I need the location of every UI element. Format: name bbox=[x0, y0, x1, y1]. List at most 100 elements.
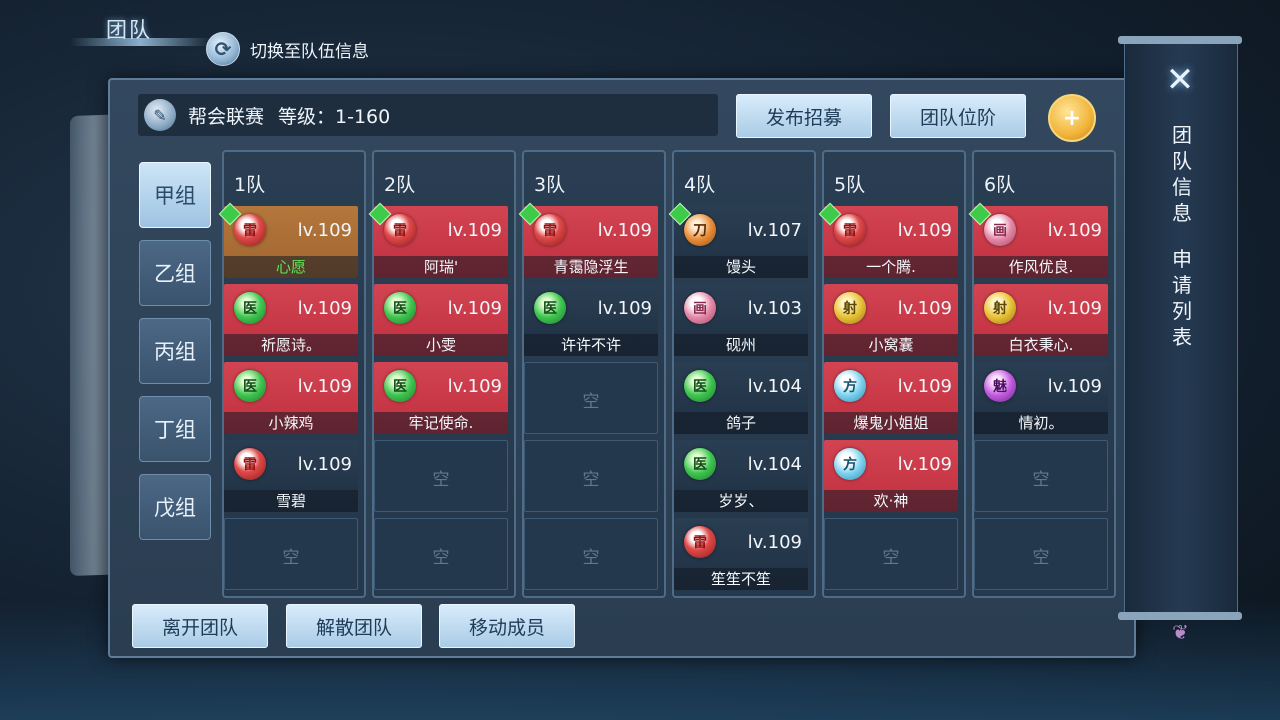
member-slot[interactable]: 画 lv.103 砚州 bbox=[674, 284, 808, 356]
team-column: 4队刀 lv.107 馒头画 lv.103 砚州医 lv.104 鸽子医 lv.104 岁岁、雷… bbox=[668, 150, 816, 598]
member-level: lv.109 bbox=[597, 298, 652, 319]
empty-slot-label: 空 bbox=[882, 548, 900, 568]
refresh-icon: ⟳ bbox=[206, 32, 240, 66]
empty-slot[interactable]: 空 bbox=[974, 518, 1108, 590]
member-slot[interactable]: 方 lv.109 欢·神 bbox=[824, 440, 958, 512]
switch-team-info-button[interactable]: ⟳ 切换至队伍信息 bbox=[206, 32, 369, 66]
member-level: lv.109 bbox=[1047, 376, 1102, 397]
member-slot[interactable]: 医 lv.104 岁岁、 bbox=[674, 440, 808, 512]
member-name: 阿瑞' bbox=[374, 256, 508, 278]
rank-green-icon: 医 bbox=[234, 370, 266, 402]
add-member-icon[interactable]: + bbox=[1048, 94, 1096, 142]
empty-slot[interactable]: 空 bbox=[524, 440, 658, 512]
empty-slot-label: 空 bbox=[1032, 470, 1050, 490]
league-name: 帮会联赛 bbox=[188, 105, 265, 128]
empty-slot-label: 空 bbox=[432, 548, 450, 568]
team-title: 5队 bbox=[834, 174, 866, 196]
member-slot[interactable]: 医 lv.109 牢记使命. bbox=[374, 362, 508, 434]
member-level: lv.109 bbox=[297, 376, 352, 397]
member-slot[interactable]: 医 lv.104 鸽子 bbox=[674, 362, 808, 434]
rank-cyan-icon: 方 bbox=[834, 448, 866, 480]
empty-slot[interactable]: 空 bbox=[224, 518, 358, 590]
empty-slot[interactable]: 空 bbox=[974, 440, 1108, 512]
league-level: 等级：1-160 bbox=[278, 105, 391, 128]
member-name: 白衣秉心. bbox=[974, 334, 1108, 356]
leave-team-button[interactable]: 离开团队 bbox=[132, 604, 268, 648]
team-column: 6队画 lv.109 作风优良. 射 lv.109 白衣秉心. 魅 lv.109 情初。空空 bbox=[968, 150, 1116, 598]
member-name: 牢记使命. bbox=[374, 412, 508, 434]
team-panel: ✎ 帮会联赛 等级：1-160 发布招募 团队位阶 + 甲组 乙组 丙组 丁组 … bbox=[108, 78, 1136, 658]
member-slot[interactable]: 射 lv.109 白衣秉心. bbox=[974, 284, 1108, 356]
rank-red-icon: 雷 bbox=[234, 448, 266, 480]
member-slot[interactable]: 雷 lv.109 阿瑞' bbox=[368, 202, 508, 278]
group-tab-jia[interactable]: 甲组 bbox=[139, 162, 211, 228]
member-slot[interactable]: 方 lv.109 爆鬼小姐姐 bbox=[824, 362, 958, 434]
empty-slot[interactable]: 空 bbox=[524, 518, 658, 590]
side-scroll-rod-bottom bbox=[1118, 612, 1242, 620]
member-name: 爆鬼小姐姐 bbox=[824, 412, 958, 434]
member-name: 鸽子 bbox=[674, 412, 808, 434]
member-level: lv.109 bbox=[297, 454, 352, 475]
member-slot[interactable]: 魅 lv.109 情初。 bbox=[974, 362, 1108, 434]
member-level: lv.109 bbox=[1047, 220, 1102, 241]
rank-pink-icon: 画 bbox=[684, 292, 716, 324]
rank-green-icon: 医 bbox=[384, 292, 416, 324]
member-slot[interactable]: 医 lv.109 小雯 bbox=[374, 284, 508, 356]
member-name: 馒头 bbox=[674, 256, 808, 278]
group-tab-yi[interactable]: 乙组 bbox=[139, 240, 211, 306]
member-slot[interactable]: 医 lv.109 小辣鸡 bbox=[224, 362, 358, 434]
member-level: lv.109 bbox=[897, 298, 952, 319]
member-name: 一个腾. bbox=[824, 256, 958, 278]
member-name: 作风优良. bbox=[974, 256, 1108, 278]
close-icon[interactable]: ✕ bbox=[1158, 60, 1202, 100]
member-name: 笙笙不笙 bbox=[674, 568, 808, 590]
empty-slot[interactable]: 空 bbox=[824, 518, 958, 590]
team-title: 3队 bbox=[534, 174, 566, 196]
group-tab-wu[interactable]: 戊组 bbox=[139, 474, 211, 540]
empty-slot[interactable]: 空 bbox=[374, 518, 508, 590]
member-level: lv.103 bbox=[747, 298, 802, 319]
page-title: 团队 bbox=[106, 18, 152, 42]
side-tab-team-info[interactable]: 团队信息 bbox=[1162, 122, 1202, 226]
member-slot[interactable]: 医 lv.109 祈愿诗。 bbox=[224, 284, 358, 356]
disband-team-button[interactable]: 解散团队 bbox=[286, 604, 422, 648]
member-slot[interactable]: 雷 lv.109 心愿 bbox=[218, 202, 358, 278]
member-level: lv.109 bbox=[747, 532, 802, 553]
rank-red-icon: 雷 bbox=[384, 214, 416, 246]
member-slot[interactable]: 雷 lv.109 雪碧 bbox=[224, 440, 358, 512]
side-tab-applications[interactable]: 申请列表 bbox=[1162, 246, 1202, 350]
empty-slot-label: 空 bbox=[432, 470, 450, 490]
member-name: 小雯 bbox=[374, 334, 508, 356]
member-name: 心愿 bbox=[224, 256, 358, 278]
member-slot[interactable]: 画 lv.109 作风优良. bbox=[968, 202, 1108, 278]
member-name: 祈愿诗。 bbox=[224, 334, 358, 356]
member-slot[interactable]: 雷 lv.109 一个腾. bbox=[818, 202, 958, 278]
rank-purple-icon: 魅 bbox=[984, 370, 1016, 402]
member-level: lv.109 bbox=[447, 298, 502, 319]
rank-orange-icon: 刀 bbox=[684, 214, 716, 246]
empty-slot-label: 空 bbox=[582, 548, 600, 568]
rank-green-icon: 医 bbox=[384, 370, 416, 402]
team-rank-button[interactable]: 团队位阶 bbox=[890, 94, 1026, 138]
member-name: 雪碧 bbox=[224, 490, 358, 512]
empty-slot-label: 空 bbox=[1032, 548, 1050, 568]
member-slot[interactable]: 雷 lv.109 笙笙不笙 bbox=[674, 518, 808, 590]
member-name: 欢·神 bbox=[824, 490, 958, 512]
rank-yellow-icon: 射 bbox=[984, 292, 1016, 324]
empty-slot[interactable]: 空 bbox=[374, 440, 508, 512]
team-column: 1队雷 lv.109 心愿医 lv.109 祈愿诗。医 lv.109 小辣鸡雷 lv.109 雪… bbox=[218, 150, 366, 598]
member-slot[interactable]: 刀 lv.107 馒头 bbox=[668, 202, 808, 278]
team-title: 4队 bbox=[684, 174, 716, 196]
member-slot[interactable]: 雷 lv.109 青霭隐浮生 bbox=[518, 202, 658, 278]
move-member-button[interactable]: 移动成员 bbox=[439, 604, 575, 648]
group-tab-bing[interactable]: 丙组 bbox=[139, 318, 211, 384]
rank-red-icon: 雷 bbox=[684, 526, 716, 558]
member-slot[interactable]: 射 lv.109 小窝囊 bbox=[824, 284, 958, 356]
empty-slot[interactable]: 空 bbox=[524, 362, 658, 434]
group-tab-ding[interactable]: 丁组 bbox=[139, 396, 211, 462]
switch-label: 切换至队伍信息 bbox=[250, 41, 369, 62]
member-level: lv.109 bbox=[897, 220, 952, 241]
team-column: 5队雷 lv.109 一个腾. 射 lv.109 小窝囊方 lv.109 爆鬼小姐姐方 lv.1… bbox=[818, 150, 966, 598]
member-slot[interactable]: 医 lv.109 许许不许 bbox=[524, 284, 658, 356]
recruit-button[interactable]: 发布招募 bbox=[736, 94, 872, 138]
